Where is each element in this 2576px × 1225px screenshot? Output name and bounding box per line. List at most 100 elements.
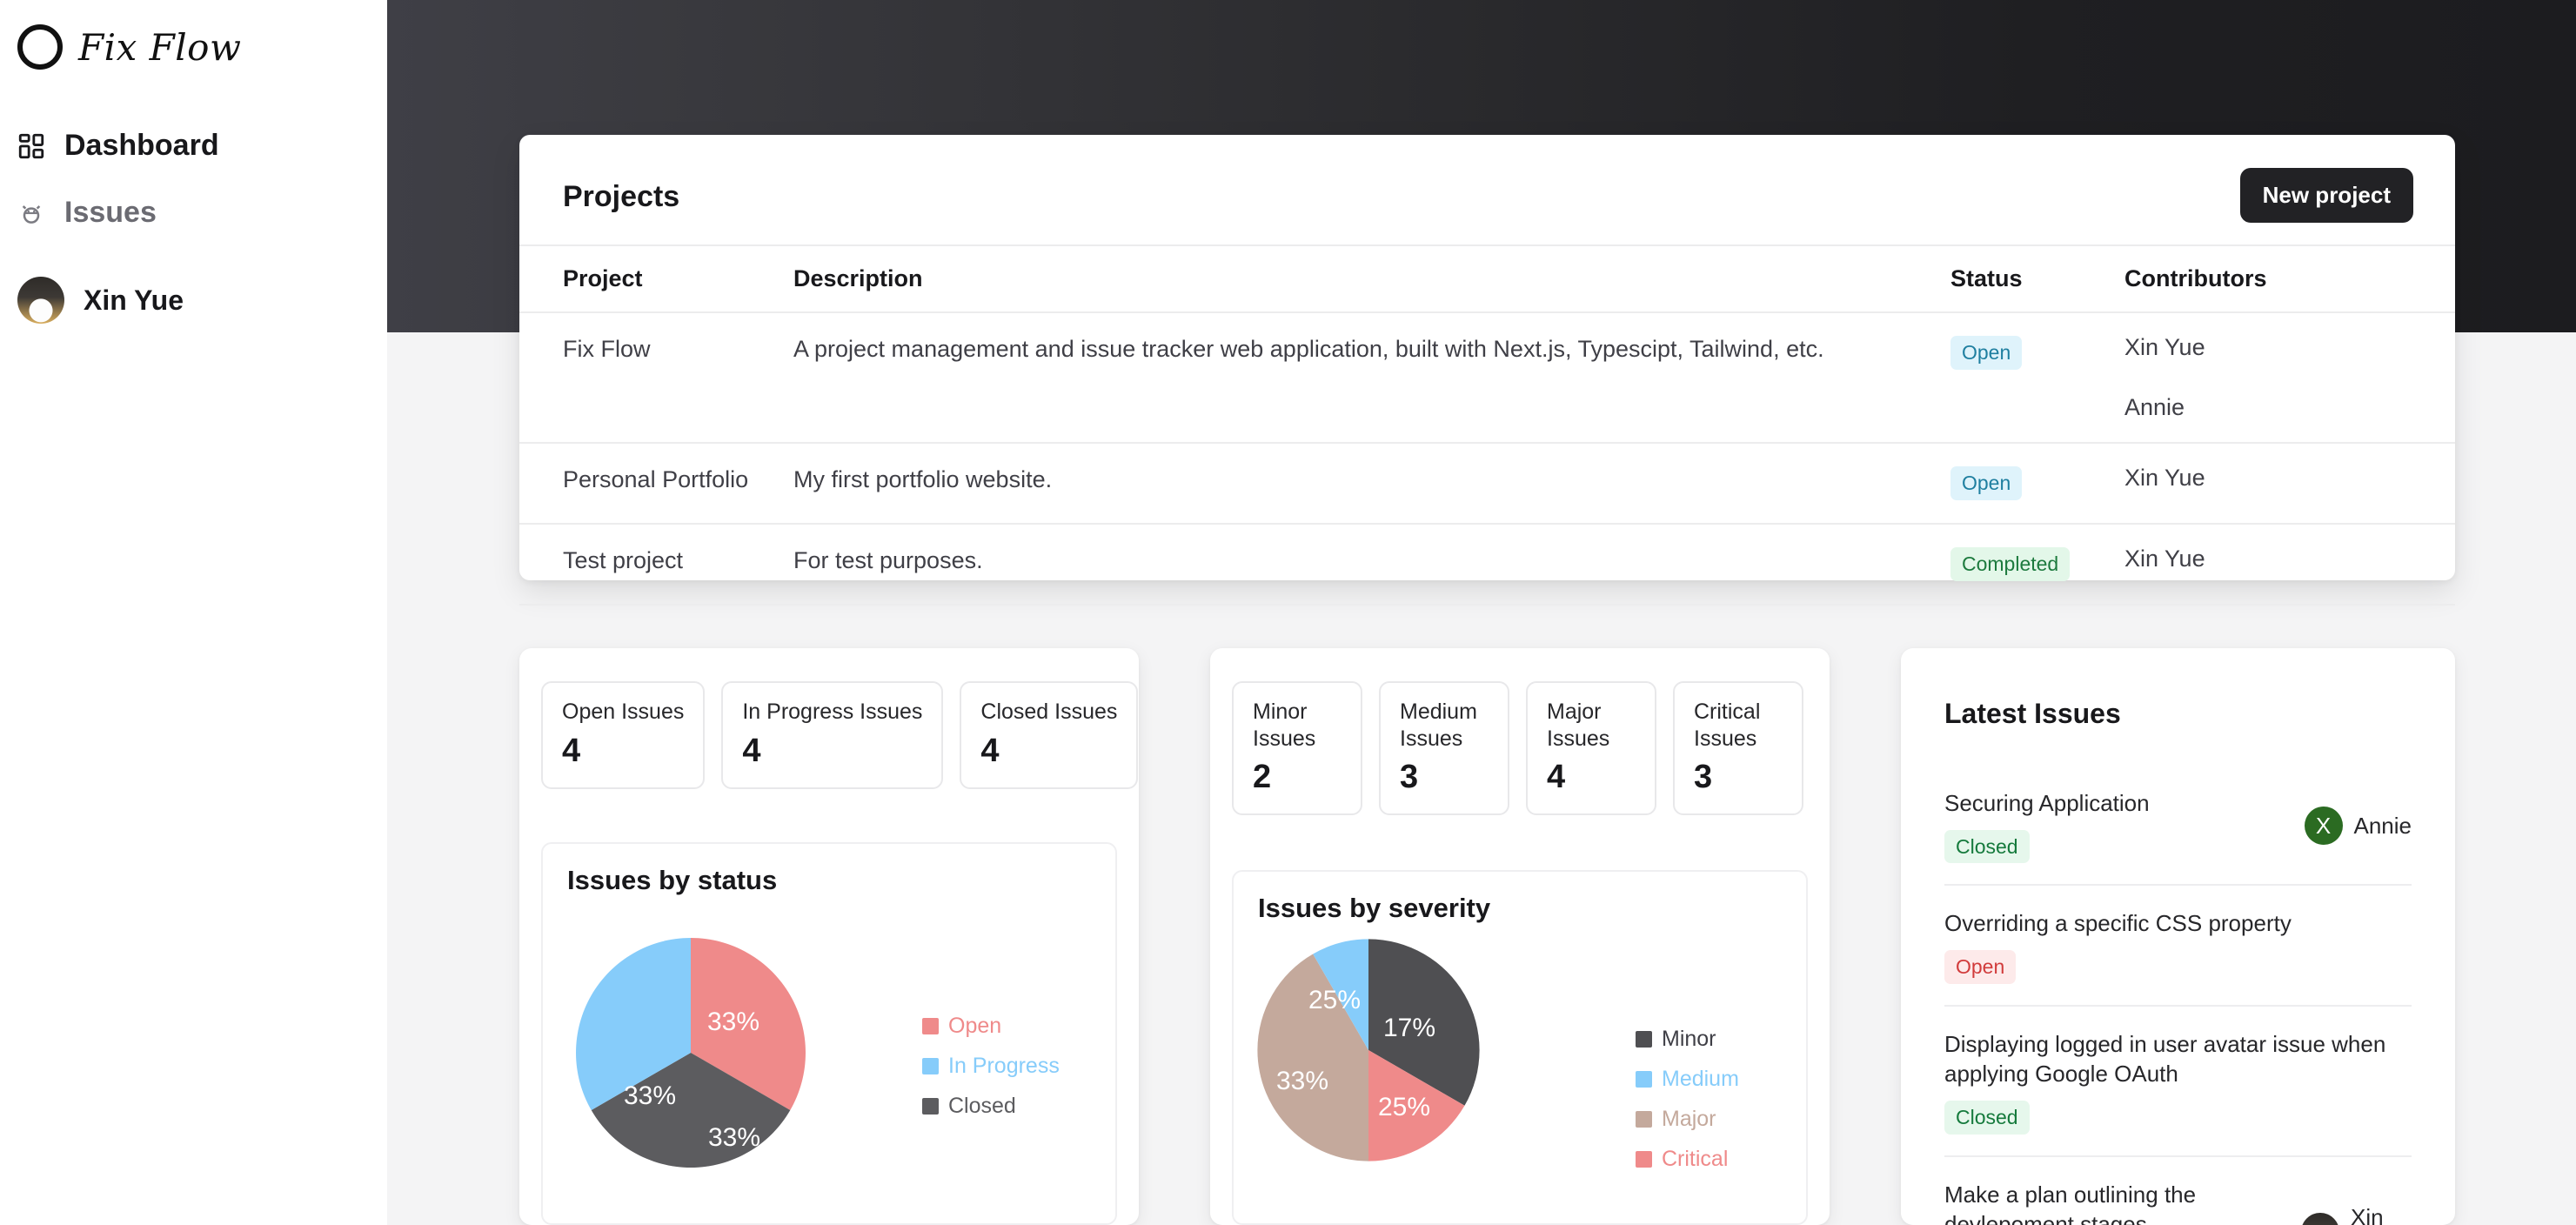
table-row[interactable]: Personal Portfolio My first portfolio we… xyxy=(519,443,2455,525)
stat-value: 4 xyxy=(980,732,1000,769)
status-badge: Open xyxy=(1950,336,2023,370)
stat-label: Minor Issues xyxy=(1253,700,1316,751)
latest-issues-list: Securing Application Closed X Annie Over… xyxy=(1944,766,2412,1225)
legend-label: Minor xyxy=(1662,1027,1716,1051)
issue-content: Make a plan outlining the devlepoment st… xyxy=(1944,1180,2289,1225)
legend-label: In Progress xyxy=(948,1054,1060,1078)
issue-title: Displaying logged in user avatar issue w… xyxy=(1944,1030,2386,1088)
legend-item-major: Major xyxy=(1636,1107,1739,1132)
stat-value: 4 xyxy=(562,732,581,769)
stat-value: 3 xyxy=(1694,759,1713,795)
stat-label: Critical Issues xyxy=(1694,700,1761,751)
cell-project: Personal Portfolio xyxy=(519,443,793,525)
list-item[interactable]: Securing Application Closed X Annie xyxy=(1944,766,2412,887)
legend-swatch-critical-icon xyxy=(1636,1151,1652,1168)
cell-description: For test purposes. xyxy=(793,523,1950,606)
cell-contributors: Xin Yue xyxy=(2124,523,2455,606)
stat-card-minor-issues[interactable]: Minor Issues 2 xyxy=(1232,681,1362,815)
latest-issues-title: Latest Issues xyxy=(1944,698,2121,729)
sidebar: Fix Flow Dashboard Issues Xin Yue xyxy=(0,0,387,1225)
status-stat-cards: Open Issues 4 In Progress Issues 4 Close… xyxy=(541,681,1139,789)
legend-label: Closed xyxy=(948,1094,1016,1118)
status-badge: Closed xyxy=(1944,1100,2030,1135)
sidebar-user[interactable]: Xin Yue xyxy=(17,277,184,324)
bug-icon xyxy=(16,197,47,229)
stat-value: 4 xyxy=(742,732,761,769)
status-badge: Closed xyxy=(1944,829,2030,864)
legend-label: Medium xyxy=(1662,1067,1739,1091)
projects-card: Projects New project Project Description… xyxy=(519,135,2455,606)
page-title: Projects xyxy=(563,180,680,213)
chart-title: Issues by status xyxy=(567,865,778,895)
latest-issues-panel: Latest Issues Securing Application Close… xyxy=(1901,648,2455,1225)
issues-by-severity-pie: 17% 25% 33% 25% xyxy=(1242,924,1495,1181)
issues-by-status-legend: Open In Progress Closed xyxy=(922,1014,1060,1134)
status-badge: Completed xyxy=(1950,546,2071,581)
legend-item-minor: Minor xyxy=(1636,1027,1739,1052)
issues-by-status-pie: 33% 33% 33% xyxy=(560,922,821,1188)
legend-swatch-medium-icon xyxy=(1636,1071,1652,1088)
legend-item-medium: Medium xyxy=(1636,1067,1739,1092)
projects-table-header: Project Description Status Contributors xyxy=(519,244,2455,313)
assignee-name: Annie xyxy=(2353,812,2412,839)
issue-status-wrap: Open xyxy=(1944,949,2412,984)
legend-item-open: Open xyxy=(922,1014,1060,1039)
cell-description: A project management and issue tracker w… xyxy=(793,312,1950,444)
stat-value: 2 xyxy=(1253,759,1272,795)
stat-label: Closed Issues xyxy=(980,700,1118,724)
assignee-name: Xin Yue xyxy=(2351,1203,2384,1225)
contributor-name: Xin Yue xyxy=(2124,465,2205,491)
table-row[interactable]: Test project For test purposes. Complete… xyxy=(519,523,2455,606)
contributor-name: Xin Yue xyxy=(2124,334,2205,360)
contributor-name: Annie xyxy=(2124,394,2185,420)
cell-project: Test project xyxy=(519,523,793,606)
legend-swatch-in-progress-icon xyxy=(922,1058,939,1074)
table-header-row: Project Description Status Contributors xyxy=(519,244,2455,313)
stat-card-critical-issues[interactable]: Critical Issues 3 xyxy=(1673,681,1803,815)
stat-card-open-issues[interactable]: Open Issues 4 xyxy=(541,681,706,789)
app-root: Fix Flow Dashboard Issues Xin Yue Projec… xyxy=(0,0,2576,1225)
issue-content: Displaying logged in user avatar issue w… xyxy=(1944,1029,2412,1135)
sidebar-item-issues[interactable]: Issues xyxy=(16,196,157,230)
issue-status-wrap: Closed xyxy=(1944,1100,2412,1135)
sidebar-item-dashboard-label: Dashboard xyxy=(64,129,219,162)
legend-item-closed: Closed xyxy=(922,1094,1060,1119)
brand-name: Fix Flow xyxy=(78,25,242,69)
legend-item-critical: Critical xyxy=(1636,1147,1739,1172)
issue-content: Overriding a specific CSS property Open xyxy=(1944,908,2412,984)
legend-label: Major xyxy=(1662,1107,1716,1131)
column-header-description: Description xyxy=(793,244,1950,313)
stat-value: 4 xyxy=(1547,759,1566,795)
status-badge: Open xyxy=(1944,949,2017,984)
pie-slice-major-lower xyxy=(1257,1050,1368,1161)
projects-table-body: Fix Flow A project management and issue … xyxy=(519,312,2455,606)
chart-title: Issues by severity xyxy=(1258,893,1491,923)
cell-status: Open xyxy=(1950,312,2124,444)
cell-status: Completed xyxy=(1950,523,2124,606)
projects-table: Project Description Status Contributors … xyxy=(519,244,2455,606)
dashboard-grid-icon xyxy=(16,131,47,162)
avatar xyxy=(2301,1213,2339,1225)
legend-item-in-progress: In Progress xyxy=(922,1054,1060,1079)
list-item[interactable]: Displaying logged in user avatar issue w… xyxy=(1944,1007,2412,1157)
stat-value: 3 xyxy=(1400,759,1419,795)
sidebar-item-dashboard[interactable]: Dashboard xyxy=(16,129,219,163)
brand[interactable]: Fix Flow xyxy=(17,24,241,70)
issues-by-severity-legend: Minor Medium Major Critical xyxy=(1636,1027,1739,1187)
legend-label: Open xyxy=(948,1014,1002,1038)
stat-card-closed-issues[interactable]: Closed Issues 4 xyxy=(960,681,1139,789)
legend-swatch-minor-icon xyxy=(1636,1031,1652,1048)
table-row[interactable]: Fix Flow A project management and issue … xyxy=(519,312,2455,444)
stat-label: Open Issues xyxy=(562,700,685,724)
list-item[interactable]: Overriding a specific CSS property Open xyxy=(1944,886,2412,1007)
stat-label: Medium Issues xyxy=(1400,700,1477,751)
cell-contributors: Xin Yue Annie xyxy=(2124,312,2455,444)
list-item[interactable]: Make a plan outlining the devlepoment st… xyxy=(1944,1157,2412,1225)
stat-card-in-progress-issues[interactable]: In Progress Issues 4 xyxy=(721,681,944,789)
stat-label: In Progress Issues xyxy=(742,700,923,724)
new-project-button[interactable]: New project xyxy=(2239,168,2413,223)
stat-card-major-issues[interactable]: Major Issues 4 xyxy=(1526,681,1656,815)
cell-status: Open xyxy=(1950,443,2124,525)
stat-card-medium-issues[interactable]: Medium Issues 3 xyxy=(1379,681,1509,815)
legend-swatch-closed-icon xyxy=(922,1098,939,1115)
